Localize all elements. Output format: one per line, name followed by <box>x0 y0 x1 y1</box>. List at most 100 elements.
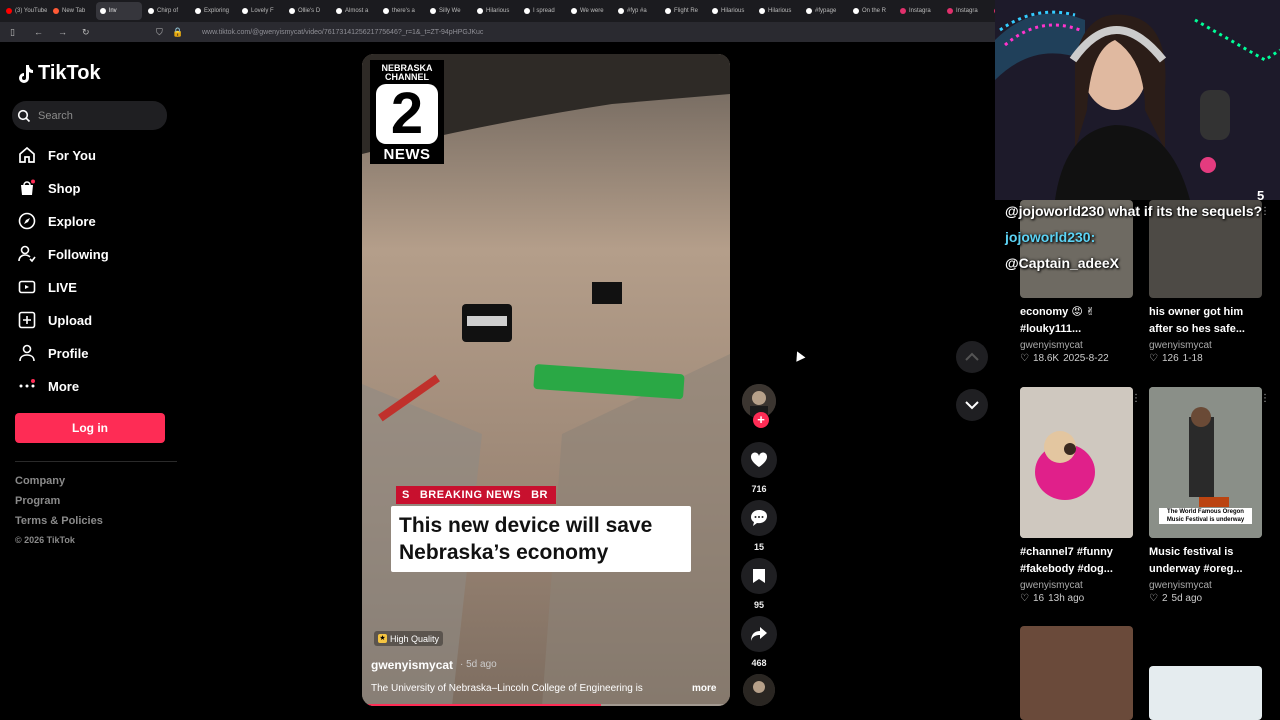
music-avatar-button[interactable] <box>741 674 777 706</box>
tab-favicon-icon <box>712 8 718 14</box>
comment-icon <box>751 510 767 526</box>
profile-icon <box>19 344 35 362</box>
tab-label: We were <box>580 8 604 14</box>
card-likes: 16 <box>1032 593 1045 604</box>
search-input[interactable] <box>36 108 150 123</box>
video-player[interactable]: NEBRASKA CHANNEL 2 NEWS S BREAKING NEWS B… <box>362 54 730 706</box>
home-icon <box>19 146 35 163</box>
tab-favicon-icon <box>665 8 671 14</box>
browser-tab[interactable]: Hilarious <box>708 2 753 20</box>
sidebar-toggle-icon[interactable]: ▯ <box>10 27 24 38</box>
tab-label: there's a <box>392 8 415 14</box>
forward-icon[interactable]: → <box>58 27 72 37</box>
card-likes: 18.6K <box>1032 353 1060 364</box>
share-button[interactable]: 468 <box>741 616 777 668</box>
tiktok-logo[interactable]: TikTok <box>16 62 101 85</box>
browser-tab[interactable]: Lovely F <box>238 2 283 20</box>
footer-program-link[interactable]: Program <box>15 495 60 507</box>
reload-icon[interactable]: ↻ <box>82 27 96 38</box>
browser-tab[interactable]: I spread <box>520 2 565 20</box>
nav-upload[interactable]: Upload <box>18 311 92 329</box>
quality-badge[interactable]: ★ High Quality <box>374 631 444 646</box>
card-user[interactable]: gwenyismycat <box>1149 580 1262 591</box>
card-heart-icon: ♡ <box>1149 353 1158 364</box>
chat-mention: @jojoworld230 <box>1005 203 1105 219</box>
card-thumbnail[interactable] <box>1149 666 1262 720</box>
related-card[interactable]: The World Famous Oregon Music Festival i… <box>1149 387 1270 604</box>
browser-tab[interactable]: Hilarious <box>473 2 518 20</box>
more-button[interactable]: more <box>692 683 716 694</box>
footer-company-link[interactable]: Company <box>15 475 65 487</box>
browser-tab[interactable]: there's a <box>379 2 424 20</box>
browser-tab[interactable]: #fyp #a <box>614 2 659 20</box>
card-thumbnail[interactable]: The World Famous Oregon Music Festival i… <box>1149 387 1262 538</box>
browser-tab[interactable]: Silly We <box>426 2 471 20</box>
shield-icon[interactable]: ⛉ <box>156 27 170 38</box>
video-description: The University of Nebraska–Lincoln Colle… <box>371 683 643 694</box>
following-icon <box>18 245 36 263</box>
card-title[interactable]: his owner got him after so hes safe... <box>1149 304 1254 338</box>
like-button[interactable]: 716 <box>741 442 777 494</box>
nav-explore[interactable]: Explore <box>18 212 96 230</box>
author-avatar-button[interactable]: + <box>741 384 777 428</box>
card-menu-icon[interactable]: ⋮ <box>1260 393 1270 404</box>
card-title[interactable]: #channel7 #funny #fakebody #dog... <box>1020 544 1125 578</box>
save-button[interactable]: 95 <box>741 558 777 610</box>
browser-tab[interactable]: Flight Re <box>661 2 706 20</box>
tab-label: Chirp of <box>157 8 179 14</box>
browser-tab[interactable]: Exploring <box>191 2 236 20</box>
music-avatar[interactable] <box>743 674 775 706</box>
search-box[interactable] <box>12 101 167 130</box>
browser-tab[interactable]: Instagra <box>896 2 941 20</box>
nav-for-you[interactable]: For You <box>18 146 96 164</box>
tab-favicon-icon <box>336 8 342 14</box>
card-user[interactable]: gwenyismycat <box>1020 340 1133 351</box>
related-card[interactable] <box>1149 666 1262 720</box>
tab-favicon-icon <box>806 8 812 14</box>
next-video-button[interactable] <box>956 389 988 421</box>
chevron-down-icon <box>965 401 979 410</box>
nav-shop[interactable]: Shop <box>18 179 81 197</box>
browser-tab[interactable]: On the R <box>849 2 894 20</box>
back-icon[interactable]: ← <box>34 27 48 37</box>
card-heart-icon: ♡ <box>1149 593 1158 604</box>
card-user[interactable]: gwenyismycat <box>1149 340 1262 351</box>
login-button[interactable]: Log in <box>15 413 165 443</box>
quality-label: High Quality <box>390 633 440 644</box>
tab-label: lnv <box>109 8 117 14</box>
tab-label: (3) YouTube <box>15 8 47 14</box>
card-menu-icon[interactable]: ⋮ <box>1131 393 1141 404</box>
browser-tab[interactable]: We were <box>567 2 612 20</box>
nav-profile[interactable]: Profile <box>18 344 88 362</box>
card-thumbnail[interactable] <box>1020 626 1133 720</box>
previous-video-button[interactable] <box>956 341 988 373</box>
browser-tab[interactable]: Almost a <box>332 2 377 20</box>
related-card[interactable] <box>1020 626 1133 720</box>
related-card[interactable]: #channel7 #funny #fakebody #dog... ⋮ gwe… <box>1020 387 1141 604</box>
browser-tab[interactable]: Hilarious <box>755 2 800 20</box>
card-thumbnail[interactable] <box>1020 387 1133 538</box>
browser-tab[interactable]: Ollie's D <box>285 2 330 20</box>
card-user[interactable]: gwenyismycat <box>1020 580 1133 591</box>
browser-address-bar: ▯ ← → ↻ ⛉ 🔒 www.tiktok.com/@gwenyismycat… <box>0 22 995 42</box>
browser-tab[interactable]: Instagra <box>943 2 988 20</box>
browser-tab[interactable]: lnv <box>96 2 142 20</box>
video-author[interactable]: gwenyismycat <box>371 658 453 672</box>
tab-favicon-icon <box>524 8 530 14</box>
browser-tab[interactable]: (3) YouTube <box>2 2 47 20</box>
browser-tab[interactable]: #fypage <box>802 2 847 20</box>
card-title[interactable]: Music festival is underway #oreg... <box>1149 544 1254 578</box>
browser-tab-bar: (3) YouTube New Tab lnv Chirp of Exploring Lo… <box>0 0 995 22</box>
card-title[interactable]: economy 😡 ✌ #louky111... <box>1020 304 1125 338</box>
footer-terms-link[interactable]: Terms & Policies <box>15 515 103 527</box>
nav-more[interactable]: More <box>18 377 79 395</box>
comment-button[interactable]: 15 <box>741 500 777 552</box>
nav-live[interactable]: LIVE <box>18 278 77 296</box>
browser-tab[interactable]: New Tab <box>49 2 94 20</box>
url-field[interactable]: www.tiktok.com/@gwenyismycat/video/76173… <box>202 29 483 36</box>
follow-plus-icon[interactable]: + <box>753 412 769 428</box>
browser-tab[interactable]: Chirp of <box>144 2 189 20</box>
nav-following[interactable]: Following <box>18 245 109 263</box>
card-likes: 2 <box>1161 593 1168 604</box>
video-progress-bar[interactable] <box>362 704 730 706</box>
